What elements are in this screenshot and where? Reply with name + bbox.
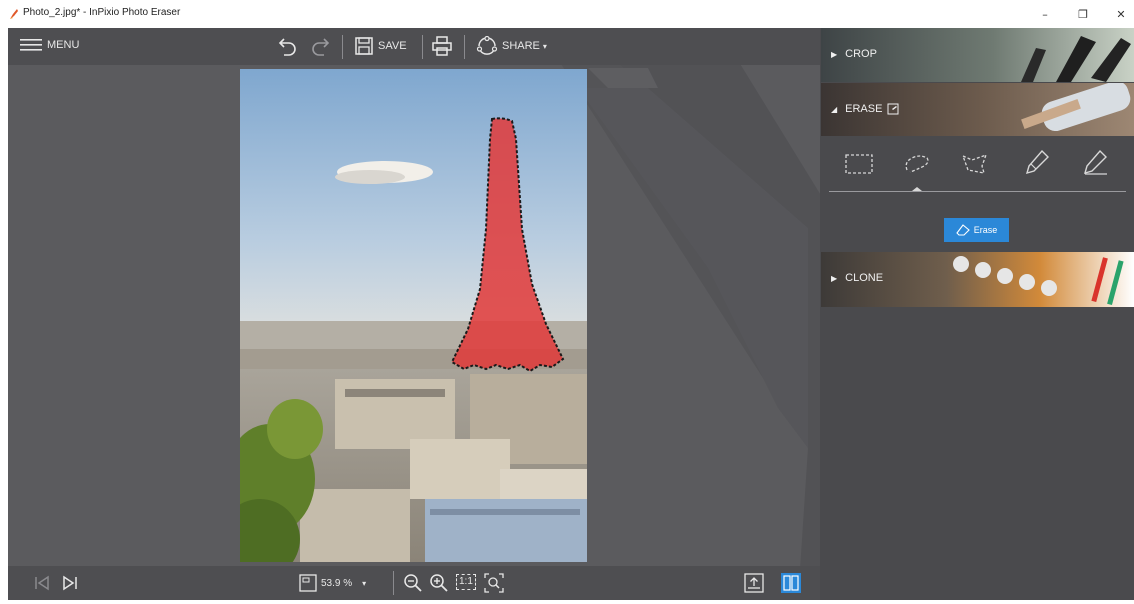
- eraser-pen-tool[interactable]: [1075, 144, 1115, 180]
- lasso-icon: [905, 155, 929, 173]
- export-icon: [744, 573, 764, 593]
- bottom-toolbar: 53.9 % ▾ 1:1: [8, 566, 820, 600]
- clone-header[interactable]: ▶ CLONE: [831, 272, 1134, 284]
- erase-header[interactable]: ◢ ERASE: [831, 103, 1134, 115]
- marker-icon: [1025, 149, 1049, 175]
- maximize-button[interactable]: ❐: [1068, 4, 1098, 24]
- previous-button[interactable]: [34, 575, 50, 591]
- toolbar-divider: [464, 35, 465, 59]
- zoom-caret-icon[interactable]: ▾: [362, 579, 366, 588]
- redo-icon: [312, 38, 330, 56]
- window-title: Photo_2.jpg* - InPixio Photo Eraser: [23, 7, 181, 18]
- crop-section[interactable]: ▶ CROP: [821, 28, 1134, 82]
- tool-underline: [829, 191, 1126, 192]
- zoom-control[interactable]: 53.9 % ▾: [299, 574, 366, 592]
- next-button[interactable]: [62, 575, 78, 591]
- app-window: Photo_2.jpg* - InPixio Photo Eraser – ❐ …: [0, 0, 1134, 604]
- close-button[interactable]: ✕: [1106, 4, 1134, 24]
- print-button[interactable]: [432, 36, 452, 56]
- undo-button[interactable]: [278, 35, 298, 57]
- erase-button[interactable]: Erase: [944, 218, 1009, 242]
- undo-icon: [278, 38, 296, 56]
- workspace: MENU SAVE SHARE ▾ 53.9 % ▾ 1:1: [8, 28, 820, 600]
- share-button[interactable]: SHARE ▾: [476, 36, 547, 56]
- erase-label: ERASE: [845, 103, 883, 115]
- tools-panel: ▶ CROP ◢ ERASE Erase ▶ CLONE: [820, 28, 1134, 604]
- zoom-in-button[interactable]: [429, 573, 449, 593]
- rectangle-select-icon: [845, 154, 873, 174]
- compare-button[interactable]: [780, 572, 802, 594]
- erase-section-header[interactable]: ◢ ERASE: [821, 83, 1134, 136]
- compare-icon: [781, 573, 801, 593]
- polygon-lasso-tool[interactable]: [955, 146, 995, 182]
- clone-label: CLONE: [845, 272, 884, 284]
- erase-button-label: Erase: [973, 225, 998, 235]
- fit-icon: [484, 573, 504, 593]
- top-toolbar: MENU SAVE SHARE ▾: [8, 28, 820, 65]
- rectangle-select-tool[interactable]: [839, 146, 879, 182]
- minimize-button[interactable]: –: [1030, 4, 1060, 24]
- eraser-pen-icon: [1083, 149, 1107, 175]
- print-icon: [432, 36, 452, 56]
- clone-collapsed-arrow-icon: ▶: [831, 273, 838, 283]
- polygon-lasso-icon: [961, 153, 988, 174]
- zoom-in-icon: [430, 574, 448, 592]
- save-icon: [355, 37, 373, 55]
- toolbar-divider: [422, 35, 423, 59]
- erase-header-icon: [887, 103, 899, 115]
- lasso-tool[interactable]: [897, 146, 937, 182]
- zoom-value: 53.9 %: [321, 577, 353, 589]
- menu-button[interactable]: MENU: [20, 38, 79, 52]
- eraser-icon: [956, 224, 970, 236]
- hamburger-icon: [20, 39, 42, 51]
- marker-tool[interactable]: [1017, 144, 1057, 180]
- next-icon: [63, 575, 77, 591]
- export-button[interactable]: [744, 573, 764, 593]
- share-label: SHARE: [502, 40, 540, 52]
- window-bottom-border: [0, 600, 1134, 604]
- menu-label: MENU: [47, 39, 80, 51]
- save-button[interactable]: SAVE: [355, 37, 407, 55]
- title-bar: Photo_2.jpg* - InPixio Photo Eraser – ❐ …: [0, 0, 1134, 28]
- share-caret-icon: ▾: [542, 41, 547, 51]
- erase-tools: Erase: [821, 136, 1134, 251]
- crop-label: CROP: [845, 48, 877, 60]
- clone-section[interactable]: ▶ CLONE: [821, 252, 1134, 307]
- toolbar-divider: [342, 35, 343, 59]
- active-tool-indicator: [912, 187, 922, 191]
- redo-button[interactable]: [310, 35, 330, 57]
- zoom-out-button[interactable]: [403, 573, 423, 593]
- previous-icon: [35, 575, 49, 591]
- zoom-frame-icon: [299, 574, 317, 592]
- photo-canvas[interactable]: [240, 69, 587, 562]
- toolbar-divider: [393, 571, 394, 595]
- save-label: SAVE: [378, 40, 407, 52]
- actual-size-button[interactable]: 1:1: [456, 574, 476, 590]
- fit-button[interactable]: [484, 573, 504, 593]
- one-to-one-label: 1:1: [456, 574, 476, 590]
- crop-header[interactable]: ▶ CROP: [831, 48, 1134, 60]
- share-icon: [476, 36, 498, 55]
- app-logo-icon: [10, 9, 18, 19]
- zoom-out-icon: [404, 574, 422, 592]
- erase-expanded-arrow-icon: ◢: [831, 104, 838, 114]
- crop-collapsed-arrow-icon: ▶: [831, 49, 838, 59]
